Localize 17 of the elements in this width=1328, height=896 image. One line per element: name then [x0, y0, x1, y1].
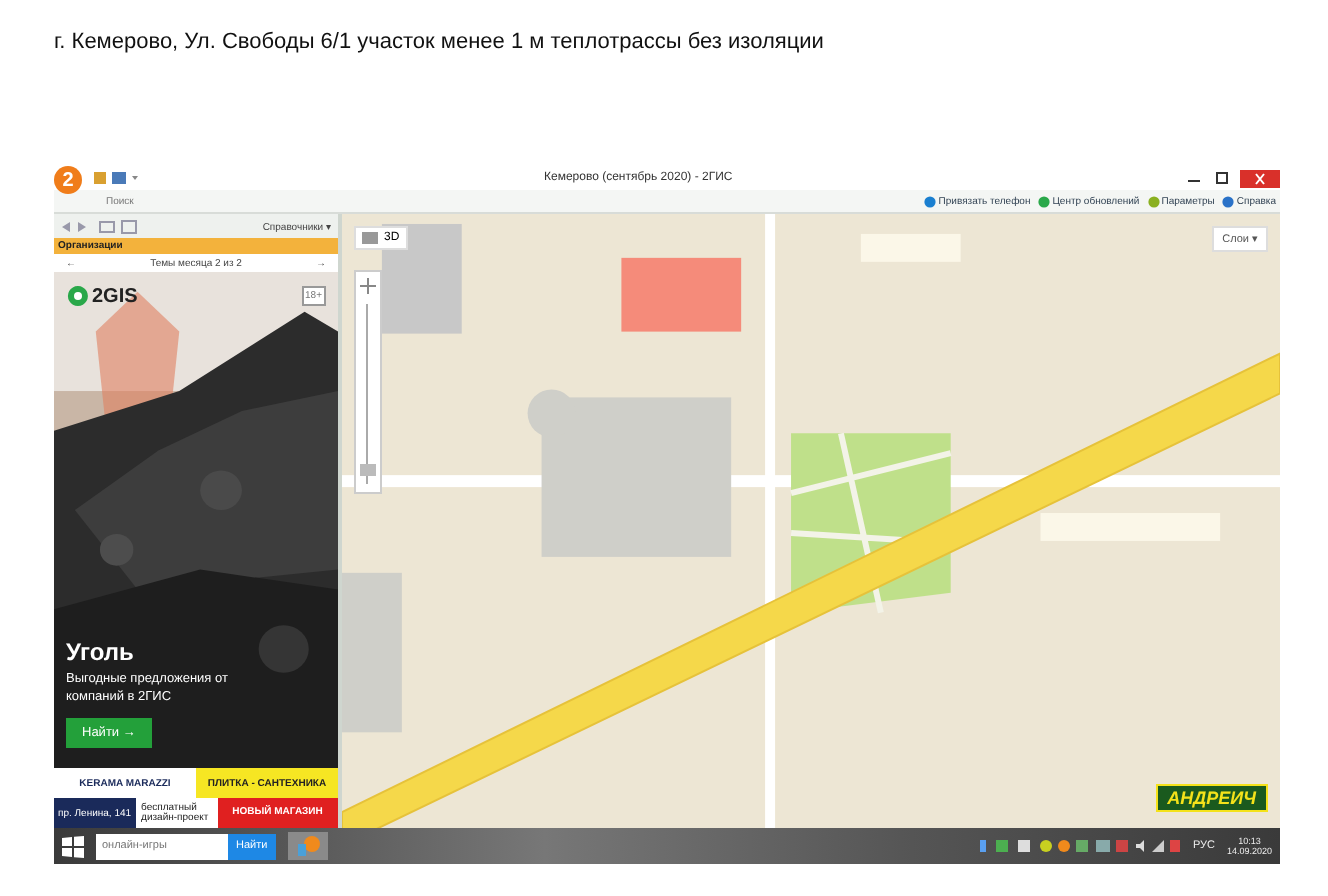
ad-title: Уголь [66, 638, 136, 667]
maximize-icon[interactable] [1212, 170, 1232, 186]
start-icon[interactable] [62, 835, 84, 857]
toolbar-link-icon [1147, 195, 1160, 207]
close-icon[interactable] [1240, 169, 1280, 187]
toolbar-link-icon [924, 195, 937, 207]
brand-logo: 2GIS [66, 284, 138, 308]
navigation-icons[interactable] [60, 219, 140, 233]
toolbar-link-icon [1222, 195, 1235, 207]
tray-icons[interactable] [980, 838, 1181, 854]
document-title: г. Кемерово, Ул. Свободы 6/1 участок менее 1 м теплотрассы без изоляции [52, 28, 826, 58]
ad-logo: АНДРЕИЧ [1155, 784, 1268, 812]
zoom-in-icon[interactable] [358, 276, 378, 296]
zoom-handle[interactable] [360, 463, 376, 476]
app-icon[interactable] [287, 832, 328, 860]
toolbar-icons[interactable] [94, 170, 138, 186]
toolbar-link-icon [1038, 195, 1051, 207]
